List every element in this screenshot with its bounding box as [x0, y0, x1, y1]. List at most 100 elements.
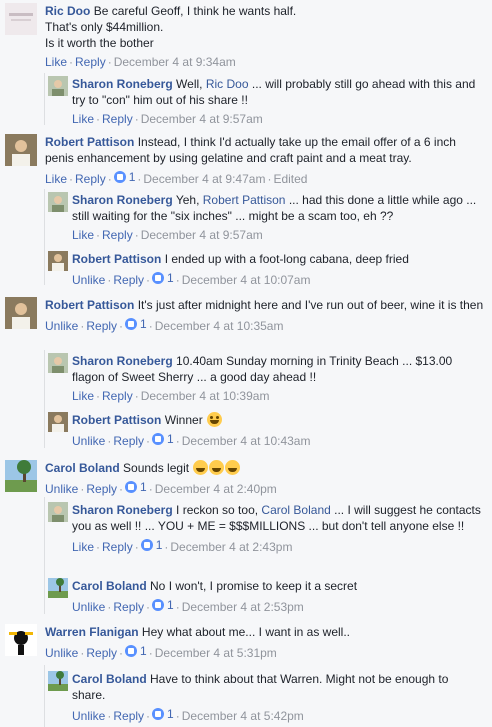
avatar[interactable]	[5, 624, 37, 656]
timestamp[interactable]: December 4 at 10:07am	[182, 273, 311, 287]
comment-text: Hey what about me... I want in as well..	[141, 625, 351, 639]
avatar[interactable]	[48, 251, 68, 271]
avatar[interactable]	[48, 412, 68, 432]
comment-author[interactable]: Robert Pattison	[45, 298, 134, 312]
thumbs-up-icon	[125, 318, 138, 330]
like-count[interactable]: 1	[152, 706, 174, 722]
like-link[interactable]: Like	[45, 55, 67, 69]
mention-link[interactable]: Ric Doo	[206, 77, 249, 91]
reply-link[interactable]: Reply	[86, 646, 117, 660]
comment-author[interactable]: Warren Flanigan	[45, 625, 139, 639]
like-link[interactable]: Like	[72, 112, 94, 126]
thumbs-up-icon	[125, 481, 138, 493]
timestamp[interactable]: December 4 at 9:57am	[141, 228, 263, 242]
timestamp[interactable]: December 4 at 2:40pm	[155, 482, 277, 496]
comment-author[interactable]: Sharon Roneberg	[72, 193, 173, 207]
timestamp[interactable]: December 4 at 10:43am	[182, 434, 311, 448]
unlike-link[interactable]: Unlike	[72, 273, 105, 287]
unlike-link[interactable]: Unlike	[72, 600, 105, 614]
avatar[interactable]	[48, 502, 68, 522]
reply-link[interactable]: Reply	[86, 319, 117, 333]
comment-author[interactable]: Robert Pattison	[72, 413, 161, 427]
timestamp[interactable]: December 4 at 10:35am	[155, 319, 284, 333]
comment-author[interactable]: Ric Doo	[45, 4, 90, 18]
grinning-emoji-icon	[225, 460, 241, 475]
comment-thread: Ric Doo Be careful Geoff, I think he wan…	[0, 0, 492, 727]
thumbs-up-icon	[152, 433, 165, 445]
comment-author[interactable]: Sharon Roneberg	[72, 354, 173, 368]
timestamp[interactable]: December 4 at 9:57am	[141, 112, 263, 126]
avatar[interactable]	[5, 460, 37, 492]
comment-author[interactable]: Carol Boland	[72, 579, 147, 593]
unlike-link[interactable]: Unlike	[72, 709, 105, 723]
comment-author[interactable]: Robert Pattison	[72, 252, 161, 266]
comment-text: I ended up with a foot-long cabana, deep…	[164, 252, 409, 266]
like-count[interactable]: 1	[152, 431, 174, 447]
like-count[interactable]: 1	[152, 597, 174, 613]
like-count[interactable]: 1	[125, 316, 147, 332]
reply-link[interactable]: Reply	[86, 482, 117, 496]
like-link[interactable]: Like	[45, 172, 67, 186]
timestamp[interactable]: December 4 at 5:42pm	[182, 709, 304, 723]
comment-text: No I won't, I promise to keep it a secre…	[150, 579, 358, 593]
timestamp[interactable]: December 4 at 2:53pm	[182, 600, 304, 614]
mention-link[interactable]: Carol Boland	[261, 503, 330, 517]
unlike-link[interactable]: Unlike	[45, 646, 78, 660]
comment-author[interactable]: Sharon Roneberg	[72, 503, 173, 517]
avatar[interactable]	[5, 134, 37, 166]
avatar[interactable]	[5, 3, 37, 35]
like-count[interactable]: 1	[125, 643, 147, 659]
reply-link[interactable]: Reply	[102, 112, 133, 126]
timestamp[interactable]: December 4 at 9:34am	[114, 55, 236, 69]
mention-link[interactable]: Robert Pattison	[203, 193, 286, 207]
avatar[interactable]	[48, 671, 68, 691]
like-count[interactable]: 1	[152, 270, 174, 286]
timestamp[interactable]: December 4 at 10:39am	[141, 389, 270, 403]
like-count[interactable]: 1	[113, 169, 135, 185]
like-link[interactable]: Like	[72, 228, 94, 242]
avatar[interactable]	[48, 578, 68, 598]
reply-link[interactable]: Reply	[75, 55, 106, 69]
comment-text-pre: I reckon so too,	[176, 503, 259, 517]
timestamp[interactable]: December 4 at 9:47am	[143, 172, 265, 186]
avatar[interactable]	[48, 353, 68, 373]
reply-link[interactable]: Reply	[102, 228, 133, 242]
comment-text: It's just after midnight here and I've r…	[137, 298, 484, 312]
reply-link[interactable]: Reply	[113, 600, 144, 614]
thumbs-up-icon	[113, 171, 126, 183]
comment-text: Winner	[164, 413, 203, 427]
comment-text-line: That's only $44million.	[45, 20, 164, 34]
comment-text-line: Is it worth the bother	[45, 36, 154, 50]
comment-author[interactable]: Carol Boland	[45, 461, 120, 475]
comment-author[interactable]: Robert Pattison	[45, 135, 134, 149]
reply-link[interactable]: Reply	[102, 540, 133, 554]
winking-tongue-emoji-icon	[207, 412, 223, 427]
comment-text-pre: Well,	[176, 77, 203, 91]
reply-link[interactable]: Reply	[75, 172, 106, 186]
edited-label[interactable]: Edited	[273, 172, 307, 186]
reply-link[interactable]: Reply	[113, 709, 144, 723]
reply-link[interactable]: Reply	[113, 273, 144, 287]
grinning-emoji-icon	[209, 460, 225, 475]
timestamp[interactable]: December 4 at 2:43pm	[170, 540, 292, 554]
avatar[interactable]	[48, 192, 68, 212]
thumbs-up-icon	[152, 708, 165, 720]
grinning-emoji-icon	[193, 460, 209, 475]
thumbs-up-icon	[140, 539, 153, 551]
like-link[interactable]: Like	[72, 389, 94, 403]
avatar[interactable]	[5, 297, 37, 329]
like-count[interactable]: 1	[125, 479, 147, 495]
reply-link[interactable]: Reply	[102, 389, 133, 403]
like-count[interactable]: 1	[140, 537, 162, 553]
unlike-link[interactable]: Unlike	[72, 434, 105, 448]
timestamp[interactable]: December 4 at 5:31pm	[155, 646, 277, 660]
thumbs-up-icon	[152, 599, 165, 611]
comment-author[interactable]: Carol Boland	[72, 672, 147, 686]
avatar[interactable]	[48, 76, 68, 96]
like-link[interactable]: Like	[72, 540, 94, 554]
unlike-link[interactable]: Unlike	[45, 319, 78, 333]
reply-link[interactable]: Reply	[113, 434, 144, 448]
unlike-link[interactable]: Unlike	[45, 482, 78, 496]
comment-text: Sounds legit	[123, 461, 190, 475]
comment-author[interactable]: Sharon Roneberg	[72, 77, 173, 91]
